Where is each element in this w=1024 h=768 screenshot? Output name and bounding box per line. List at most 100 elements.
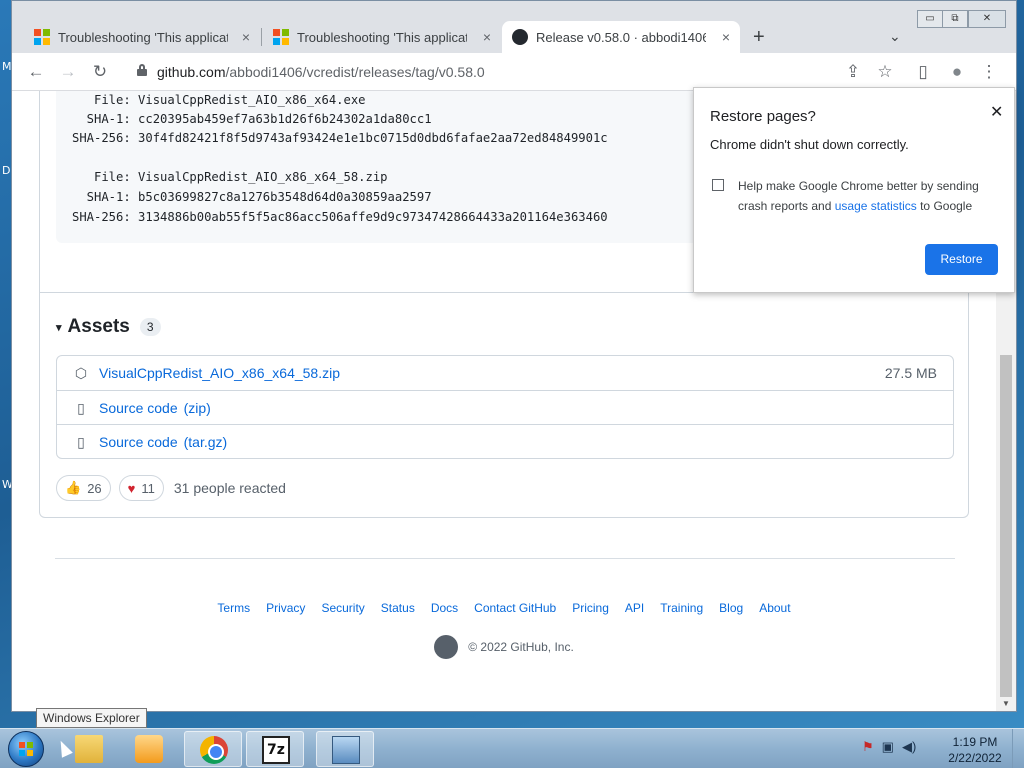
tab-title: Troubleshooting 'This application xyxy=(297,29,467,45)
folder-icon xyxy=(75,735,103,763)
forward-button[interactable]: → xyxy=(57,61,79,83)
footer-link-docs[interactable]: Docs xyxy=(431,601,458,615)
system-tray: ⚑ ▣ ◀) xyxy=(862,739,916,755)
lock-icon[interactable] xyxy=(137,64,147,76)
restore-button[interactable]: Restore xyxy=(925,244,998,275)
tab-title: Troubleshooting 'This application xyxy=(58,29,228,45)
heart-icon: ♥ xyxy=(127,480,136,496)
tab-close-icon[interactable]: × xyxy=(483,29,491,45)
reaction-count: 26 xyxy=(87,480,102,496)
hash-value: cc20395ab459ef7a63b1d26f6b24302a1da80cc1 xyxy=(138,112,432,126)
asset-size: 27.5 MB xyxy=(884,365,937,381)
profile-icon[interactable]: ● xyxy=(946,61,968,83)
show-desktop-button[interactable] xyxy=(1012,729,1024,768)
tab-close-icon[interactable]: × xyxy=(242,29,250,45)
network-icon[interactable]: ▣ xyxy=(882,739,894,755)
crash-report-checkbox[interactable] xyxy=(712,179,724,191)
footer-link-status[interactable]: Status xyxy=(381,601,415,615)
back-button[interactable]: ← xyxy=(25,61,47,83)
url-path: /abbodi1406/vcredist/releases/tag/v0.58.… xyxy=(225,64,485,80)
taskbar-chrome[interactable] xyxy=(184,731,242,767)
taskbar-7zip[interactable]: 7z xyxy=(246,731,304,767)
windows-logo-icon xyxy=(19,742,33,756)
tab-close-icon[interactable]: × xyxy=(722,29,730,45)
footer-link-privacy[interactable]: Privacy xyxy=(266,601,305,615)
close-icon[interactable]: ✕ xyxy=(990,102,1003,122)
taskbar-media-player[interactable] xyxy=(120,731,178,767)
new-tab-button[interactable]: + xyxy=(753,26,765,49)
maximize-button[interactable]: ⧉ xyxy=(942,10,968,28)
hash-line: File: VisualCppRedist_AIO_x86_x64.exe xyxy=(72,93,366,107)
minimize-button[interactable]: ▭ xyxy=(917,10,943,28)
clock-date: 2/22/2022 xyxy=(948,751,1002,765)
file-zip-icon: ▯ xyxy=(77,399,85,416)
footer-link-about[interactable]: About xyxy=(759,601,790,615)
taskbar-clock[interactable]: 1:19 PM 2/22/2022 xyxy=(940,734,1010,766)
footer-link-contact[interactable]: Contact GitHub xyxy=(474,601,556,615)
hash-label: File: xyxy=(72,170,131,184)
footer-link-terms[interactable]: Terms xyxy=(217,601,250,615)
reload-button[interactable]: ↻ xyxy=(89,61,111,83)
hash-label: SHA-1: xyxy=(72,190,131,204)
file-zip-icon: ▯ xyxy=(77,433,85,450)
footer-link-security[interactable]: Security xyxy=(321,601,364,615)
volume-icon[interactable]: ◀) xyxy=(902,739,916,755)
hash-value: 3134886b00ab55f5f5ac86acc506affe9d9c9734… xyxy=(138,210,608,224)
share-icon[interactable]: ⇪ xyxy=(842,61,864,83)
heart-reaction[interactable]: ♥ 11 xyxy=(118,475,164,501)
reactions-summary[interactable]: 31 people reacted xyxy=(174,480,286,496)
source-zip-link[interactable]: Source code xyxy=(99,400,178,416)
action-center-flag-icon[interactable]: ⚑ xyxy=(862,739,874,755)
github-logo-icon[interactable] xyxy=(434,635,459,659)
chrome-menu-icon[interactable]: ⋮ xyxy=(978,61,1000,83)
url-text[interactable]: github.com/abbodi1406/vcredist/releases/… xyxy=(157,64,485,80)
taskbar-network-app[interactable] xyxy=(316,731,374,767)
clock-time: 1:19 PM xyxy=(952,735,998,749)
thumbs-up-icon: 👍 xyxy=(65,480,82,495)
asset-row: ⬡ VisualCppRedist_AIO_x86_x64_58.zip 27.… xyxy=(57,356,953,390)
hash-label: SHA-1: xyxy=(72,112,131,126)
hash-value: VisualCppRedist_AIO_x86_x64_58.zip xyxy=(138,170,388,184)
footer-divider xyxy=(55,558,955,559)
caret-down-icon: ▾ xyxy=(56,321,62,334)
tab-release[interactable]: Release v0.58.0 · abbodi1406/vcredist × xyxy=(502,21,740,53)
start-button[interactable] xyxy=(8,731,44,767)
7zip-icon: 7z xyxy=(262,736,290,764)
footer-link-blog[interactable]: Blog xyxy=(719,601,743,615)
source-tar-link[interactable]: Source code xyxy=(99,434,178,450)
browser-toolbar: ← → ↻ github.com/abbodi1406/vcredist/rel… xyxy=(12,53,1016,91)
dialog-title: Restore pages? xyxy=(710,108,816,125)
side-panel-icon[interactable]: ▯ xyxy=(912,61,934,83)
tab-troubleshooting-2[interactable]: Troubleshooting 'This application × xyxy=(263,21,501,53)
media-player-icon xyxy=(135,735,163,763)
source-format[interactable]: (zip) xyxy=(184,400,211,416)
dialog-message: Chrome didn't shut down correctly. xyxy=(710,137,909,152)
desktop-icon-label[interactable]: D xyxy=(2,164,10,177)
footer-copyright: © 2022 GitHub, Inc. xyxy=(12,635,996,659)
address-bar[interactable]: github.com/abbodi1406/vcredist/releases/… xyxy=(127,57,907,87)
footer-link-pricing[interactable]: Pricing xyxy=(572,601,609,615)
browser-window: Troubleshooting 'This application × Trou… xyxy=(11,0,1017,712)
tab-separator xyxy=(261,28,262,46)
thumbs-up-reaction[interactable]: 👍 26 xyxy=(56,475,111,501)
help-text-suffix: to Google xyxy=(916,199,973,213)
footer-link-training[interactable]: Training xyxy=(660,601,703,615)
crash-report-label: Help make Google Chrome better by sendin… xyxy=(738,176,998,216)
url-host: github.com xyxy=(157,64,226,80)
footer-links: Terms Privacy Security Status Docs Conta… xyxy=(12,601,996,615)
source-format[interactable]: (tar.gz) xyxy=(184,434,228,450)
scrollbar-thumb[interactable] xyxy=(1000,355,1012,697)
footer-link-api[interactable]: API xyxy=(625,601,644,615)
usage-statistics-link[interactable]: usage statistics xyxy=(835,199,917,213)
hash-line: SHA-1: cc20395ab459ef7a63b1d26f6b24302a1… xyxy=(72,112,432,126)
microsoft-icon xyxy=(273,29,289,45)
scroll-down-arrow-icon[interactable]: ▼ xyxy=(1002,699,1010,708)
tab-troubleshooting-1[interactable]: Troubleshooting 'This application × xyxy=(24,21,260,53)
assets-toggle[interactable]: ▾ Assets 3 xyxy=(56,316,161,338)
close-window-button[interactable]: ✕ xyxy=(968,10,1006,28)
bookmark-star-icon[interactable]: ☆ xyxy=(874,61,896,83)
restore-pages-dialog: Restore pages? ✕ Chrome didn't shut down… xyxy=(693,87,1015,293)
asset-download-link[interactable]: VisualCppRedist_AIO_x86_x64_58.zip xyxy=(99,365,340,381)
tab-search-button[interactable]: ⌄ xyxy=(889,28,901,45)
reaction-count: 11 xyxy=(141,480,155,496)
